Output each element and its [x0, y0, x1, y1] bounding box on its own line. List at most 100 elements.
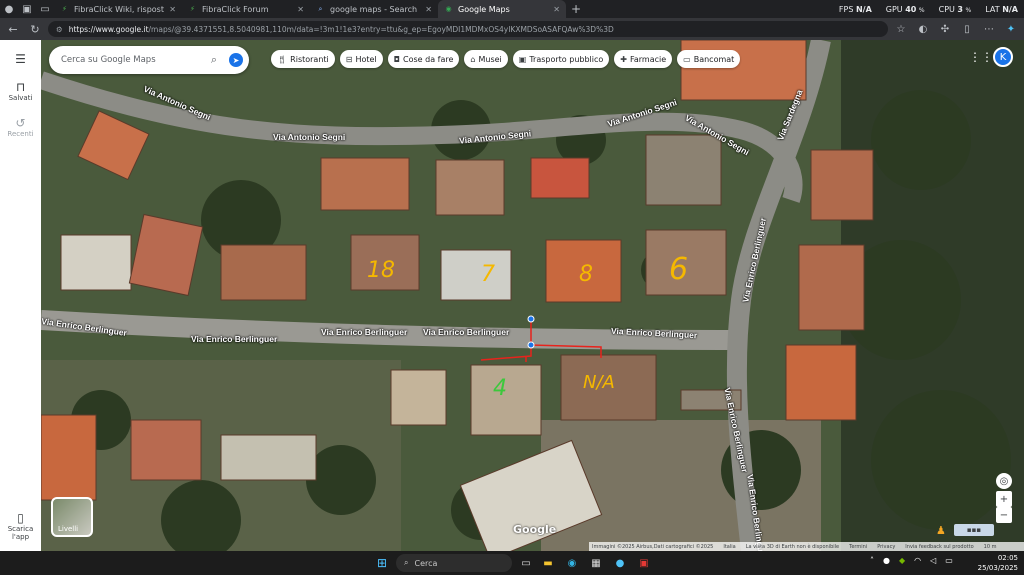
- annotation-6: 6: [669, 252, 689, 287]
- fibraclick-icon: ⚡: [190, 5, 195, 13]
- road-label: Via Enrico Berlinguer: [321, 327, 408, 337]
- clock[interactable]: 02:05 25/03/2025: [978, 553, 1018, 573]
- star-icon[interactable]: ☆: [892, 20, 910, 38]
- chip-ristoranti[interactable]: 🍴︎ Ristoranti: [271, 50, 335, 68]
- account-avatar[interactable]: K: [993, 47, 1013, 67]
- scale-bar[interactable]: 10 m: [984, 544, 997, 550]
- workspaces-icon[interactable]: ▣: [18, 0, 36, 18]
- menu-icon[interactable]: ⋯: [980, 20, 998, 38]
- fork-knife-icon: 🍴︎: [277, 54, 288, 64]
- store-icon[interactable]: ▦: [588, 555, 604, 571]
- privacy-link[interactable]: Privacy: [877, 544, 895, 550]
- close-icon[interactable]: ✕: [425, 5, 432, 14]
- terms-link[interactable]: Termini: [849, 544, 867, 550]
- saved-button[interactable]: ⊓ Salvati: [9, 80, 33, 102]
- chip-bancomat[interactable]: ▭ Bancomat: [677, 50, 741, 68]
- new-tab-button[interactable]: +: [566, 2, 586, 16]
- start-icon[interactable]: ⊞: [374, 555, 390, 571]
- search-icon: ⌕: [318, 4, 323, 13]
- close-icon[interactable]: ✕: [297, 5, 304, 14]
- annotation-7: 7: [481, 262, 495, 287]
- edge-icon[interactable]: ◉: [564, 555, 580, 571]
- phone-icon: ▯: [17, 511, 24, 525]
- address-bar-row: ← ↻ ⚙ https://www.google.it/maps/@39.437…: [0, 18, 1024, 40]
- chevron-up-icon[interactable]: ˄: [870, 556, 874, 565]
- pegman-icon[interactable]: ♟: [936, 524, 946, 537]
- road-label: Via Enrico Berlinguer: [191, 334, 278, 344]
- tab-fibraclick-wiki[interactable]: ⚡ FibraClick Wiki, risposte sulla fibra …: [54, 0, 182, 18]
- file-explorer-icon[interactable]: ▬: [540, 555, 556, 571]
- close-icon[interactable]: ✕: [169, 5, 176, 14]
- taskbar-search[interactable]: ⌕ Cerca: [396, 554, 512, 572]
- battery-icon[interactable]: ▭: [945, 556, 953, 565]
- country-link[interactable]: Italia: [723, 544, 735, 550]
- hamburger-icon: ☰: [15, 52, 26, 66]
- tab-actions-icon[interactable]: ▭: [36, 0, 54, 18]
- annotation-18: 18: [367, 258, 395, 283]
- nvidia-icon[interactable]: ◆: [899, 556, 905, 565]
- category-chips: 🍴︎ Ristoranti ⊟ Hotel ◘ Cose da fare ⌂ Musei…: [271, 50, 741, 68]
- annotation-8: 8: [579, 262, 593, 287]
- tab-google-search[interactable]: ⌕ google maps - Search ✕: [310, 0, 438, 18]
- app-icon[interactable]: ▣: [636, 555, 652, 571]
- chip-trasporto-pubblico[interactable]: ▣ Trasporto pubblico: [512, 50, 610, 68]
- search-input[interactable]: Cerca su Google Maps: [61, 55, 205, 65]
- tab-google-maps[interactable]: ◉ Google Maps ✕: [438, 0, 566, 18]
- history-icon: ↺: [15, 116, 26, 130]
- task-view-icon[interactable]: ▭: [518, 555, 534, 571]
- fibraclick-icon: ⚡: [62, 5, 67, 13]
- performance-overlay: FPS N/A GPU 40 % CPU 3 % LAT N/A: [839, 0, 1018, 18]
- annotation-4: 4: [493, 376, 507, 401]
- gpu-readout: GPU 40 %: [885, 4, 925, 14]
- bookmark-icon: ⊓: [15, 80, 26, 94]
- close-icon[interactable]: ✕: [553, 5, 560, 14]
- my-location-button[interactable]: ◎: [996, 473, 1012, 489]
- directions-icon[interactable]: ➤: [229, 53, 243, 67]
- chip-hotel[interactable]: ⊟ Hotel: [339, 50, 383, 68]
- maps-icon: ◉: [445, 5, 452, 13]
- reload-button[interactable]: ↻: [26, 20, 44, 38]
- pharmacy-icon: ✚: [620, 54, 627, 64]
- app-tray-icon[interactable]: ●: [883, 556, 890, 565]
- system-tray: ˄ ● ◆ ◠ ◁ ▭: [870, 556, 953, 565]
- map-thumbnail-button[interactable]: ▪▪▪: [954, 524, 994, 536]
- app-icon[interactable]: ●: [612, 555, 628, 571]
- profile-icon[interactable]: ●: [0, 0, 18, 18]
- chip-farmacie[interactable]: ✚ Farmacie: [614, 50, 673, 68]
- search-icon: ⌕: [404, 558, 409, 567]
- zoom-in-button[interactable]: +: [996, 491, 1012, 507]
- search-box[interactable]: Cerca su Google Maps ⌕ ➤: [49, 46, 249, 74]
- annotation-na: N/A: [583, 372, 615, 393]
- chip-musei[interactable]: ⌂ Musei: [464, 50, 508, 68]
- satellite-map[interactable]: Via Antonio Segni Via Antonio Segni Via …: [41, 40, 1024, 551]
- bus-icon: ▣: [518, 54, 527, 64]
- satellite-imagery: [41, 40, 1024, 551]
- atm-icon: ▭: [683, 54, 691, 64]
- back-button[interactable]: ←: [4, 20, 22, 38]
- windows-taskbar: ⊞ ⌕ Cerca ▭ ▬ ◉ ▦ ● ▣ ˄ ● ◆ ◠ ◁ ▭ 02:05 …: [0, 551, 1024, 575]
- url-field[interactable]: ⚙ https://www.google.it/maps/@39.4371551…: [48, 21, 888, 37]
- google-logo: Google: [513, 523, 557, 536]
- site-info-icon[interactable]: ⚙: [56, 25, 63, 34]
- split-view-icon[interactable]: ▯: [958, 20, 976, 38]
- wifi-icon[interactable]: ◠: [914, 556, 921, 565]
- extensions-icon[interactable]: ◐: [914, 20, 932, 38]
- tab-fibraclick-forum[interactable]: ⚡ FibraClick Forum ✕: [182, 0, 310, 18]
- puzzle-icon[interactable]: ✣: [936, 20, 954, 38]
- download-app-button[interactable]: ▯ Scarica l'app: [3, 511, 39, 541]
- feedback-link[interactable]: Invia feedback sul prodotto: [905, 544, 973, 550]
- recent-button[interactable]: ↺ Recenti: [7, 116, 33, 138]
- menu-button[interactable]: ☰: [15, 52, 26, 66]
- bed-icon: ⊟: [345, 54, 353, 64]
- maps-sidebar: ☰ ⊓ Salvati ↺ Recenti ▯ Scarica l'app: [0, 40, 41, 551]
- camera-icon: ◘: [393, 54, 400, 64]
- road-label: Via Antonio Segni: [273, 132, 346, 142]
- layers-button[interactable]: Livelli: [51, 497, 93, 537]
- chip-cose-da-fare[interactable]: ◘ Cose da fare: [387, 50, 460, 68]
- attribution-bar: Immagini ©2025 Airbus,Dati cartografici …: [589, 542, 1024, 551]
- zoom-out-button[interactable]: −: [996, 507, 1012, 523]
- museum-icon: ⌂: [470, 54, 476, 64]
- search-icon[interactable]: ⌕: [205, 53, 223, 67]
- copilot-icon[interactable]: ✦: [1002, 20, 1020, 38]
- volume-icon[interactable]: ◁: [930, 556, 936, 565]
